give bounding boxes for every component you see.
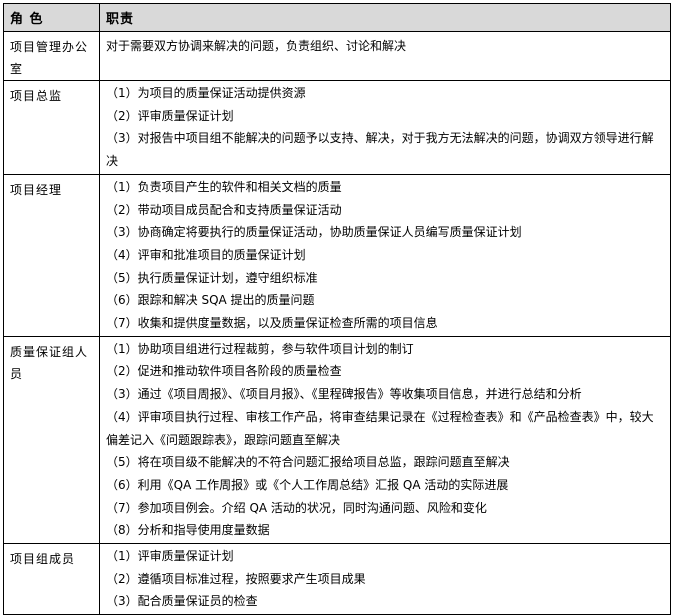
responsibility-cell: 对于需要双方协调来解决的问题，负责组织、讨论和解决 bbox=[99, 31, 671, 81]
responsibility-item: （6）跟踪和解决 SQA 提出的质量问题 bbox=[106, 293, 315, 308]
header-role: 角 色 bbox=[3, 3, 100, 32]
responsibility-item: （6）利用《QA 工作周报》或《个人工作周总结》汇报 QA 活动的实际进展 bbox=[106, 477, 509, 492]
responsibility-item: （8）分析和指导使用度量数据 bbox=[106, 523, 270, 538]
role-cell: 项目总监 bbox=[3, 80, 100, 175]
responsibility-item: （2）遵循项目标准过程，按照要求产生项目成果 bbox=[106, 571, 366, 586]
responsibility-item: （2）带动项目成员配合和支持质量保证活动 bbox=[106, 202, 342, 217]
table-row: 项目总监 （1）为项目的质量保证活动提供资源 （2）评审质量保证计划 （3）对报… bbox=[3, 80, 671, 175]
header-responsibility: 职责 bbox=[99, 3, 671, 32]
responsibility-item: （7）收集和提供度量数据，以及质量保证检查所需的项目信息 bbox=[106, 316, 438, 331]
responsibility-cell: （1）评审质量保证计划 （2）遵循项目标准过程，按照要求产生项目成果 （3）配合… bbox=[99, 543, 671, 616]
responsibility-cell: （1）负责项目产生的软件和相关文档的质量 （2）带动项目成员配合和支持质量保证活… bbox=[99, 173, 671, 337]
responsibility-item: （3）协商确定将要执行的质量保证活动，协助质量保证人员编写质量保证计划 bbox=[106, 225, 522, 240]
responsibility-item: （4）评审项目执行过程、审核工作产品，将审查结果记录在《过程检查表》和《产品检查… bbox=[106, 409, 654, 447]
responsibility-item: （2）评审质量保证计划 bbox=[106, 108, 234, 123]
responsibility-item: （2）促进和推动软件项目各阶段的质量检查 bbox=[106, 364, 342, 379]
responsibility-item: （5）执行质量保证计划，遵守组织标准 bbox=[106, 270, 318, 285]
role-cell: 质量保证组人员 bbox=[3, 335, 100, 545]
responsibility-item: （1）负责项目产生的软件和相关文档的质量 bbox=[106, 179, 342, 194]
role-cell: 项目经理 bbox=[3, 173, 100, 337]
responsibility-item: （3）对报告中项目组不能解决的问题予以支持、解决，对于我方无法解决的问题，协调双… bbox=[106, 131, 654, 169]
roles-table: 角 色 职责 项目管理办公室 对于需要双方协调来解决的问题，负责组织、讨论和解决… bbox=[3, 3, 671, 616]
responsibility-item: （7）参加项目例会。介绍 QA 活动的状况，同时沟通问题、风险和变化 bbox=[106, 500, 487, 515]
table-row: 项目管理办公室 对于需要双方协调来解决的问题，负责组织、讨论和解决 bbox=[3, 31, 671, 81]
responsibility-item: （3）配合质量保证员的检查 bbox=[106, 594, 258, 609]
table-row: 项目经理 （1）负责项目产生的软件和相关文档的质量 （2）带动项目成员配合和支持… bbox=[3, 173, 671, 337]
responsibility-item: （1）协助项目组进行过程裁剪，参与软件项目计划的制订 bbox=[106, 341, 414, 356]
responsibility-item: （4）评审和批准项目的质量保证计划 bbox=[106, 247, 306, 262]
table-row: 项目组成员 （1）评审质量保证计划 （2）遵循项目标准过程，按照要求产生项目成果… bbox=[3, 543, 671, 616]
responsibility-cell: （1）为项目的质量保证活动提供资源 （2）评审质量保证计划 （3）对报告中项目组… bbox=[99, 80, 671, 175]
responsibility-item: 对于需要双方协调来解决的问题，负责组织、讨论和解决 bbox=[106, 39, 407, 53]
responsibility-item: （5）将在项目级不能解决的不符合问题汇报给项目总监，跟踪问题直至解决 bbox=[106, 455, 510, 470]
responsibility-item: （1）评审质量保证计划 bbox=[106, 549, 234, 564]
table-row: 质量保证组人员 （1）协助项目组进行过程裁剪，参与软件项目计划的制订 （2）促进… bbox=[3, 335, 671, 545]
responsibility-cell: （1）协助项目组进行过程裁剪，参与软件项目计划的制订 （2）促进和推动软件项目各… bbox=[99, 335, 671, 545]
responsibility-item: （3）通过《项目周报》、《项目月报》、《里程碑报告》等收集项目信息，并进行总结和… bbox=[106, 387, 582, 402]
responsibility-item: （1）为项目的质量保证活动提供资源 bbox=[106, 86, 306, 100]
role-cell: 项目管理办公室 bbox=[3, 31, 100, 81]
header-row: 角 色 职责 bbox=[3, 3, 671, 32]
role-cell: 项目组成员 bbox=[3, 543, 100, 616]
